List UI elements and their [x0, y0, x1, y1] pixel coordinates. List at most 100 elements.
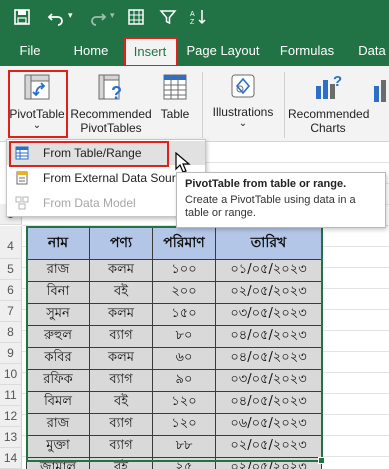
table-row: রাজ কলম ১০০ ০১/০৫/২০২৩ — [26, 259, 322, 282]
cell-date[interactable]: ০৩/০৫/২০২৩ — [215, 303, 322, 326]
cell-name[interactable]: কবির — [26, 347, 90, 370]
cell-date[interactable]: ০২/০৫/২০২৩ — [215, 281, 322, 304]
table-range-icon — [15, 146, 29, 160]
cell-date[interactable]: ০৬/০৫/২০২৩ — [215, 413, 322, 436]
cell-date[interactable]: ০১/০৫/২০২৩ — [215, 259, 322, 282]
mouse-cursor-icon — [175, 152, 191, 173]
redo-icon[interactable] — [88, 8, 108, 28]
chevron-down-icon: ⌄ — [32, 120, 42, 131]
svg-text:?: ? — [111, 83, 122, 102]
header-date[interactable]: তারিখ — [215, 226, 322, 260]
menu-item-label: From Table/Range — [43, 146, 142, 160]
row-header[interactable]: 12 — [0, 406, 22, 427]
cell-product[interactable]: বই — [89, 391, 153, 414]
cell-product[interactable]: ব্যাগ — [89, 325, 153, 348]
cell-product[interactable]: ব্যাগ — [89, 413, 153, 436]
table-button[interactable]: Table — [156, 70, 194, 140]
table-row: রাজ ব্যাগ ১২০ ০৬/০৫/২০২৩ — [26, 413, 322, 436]
sort-icon[interactable]: AZ — [188, 8, 208, 28]
table-row: জামাল বই ২৫ ০২/০৫/২০২৩ — [26, 457, 322, 469]
row-header[interactable]: 11 — [0, 385, 22, 406]
row-header[interactable]: 14 — [0, 448, 22, 469]
cell-product[interactable]: কলম — [89, 259, 153, 282]
illustrations-button[interactable]: Illustrations ⌄ — [208, 70, 278, 140]
cell-product[interactable]: ব্যাগ — [89, 435, 153, 458]
recommended-charts-label-1: Recommended — [288, 107, 370, 121]
fill-handle[interactable] — [318, 457, 325, 464]
tab-home[interactable]: Home — [64, 36, 118, 66]
menu-item-label: From External Data Source — [43, 171, 189, 185]
ribbon-insert: PivotTable ⌄ ? Recommended PivotTables T… — [0, 66, 389, 142]
cell-quantity[interactable]: ১২০ — [152, 391, 216, 414]
cell-quantity[interactable]: ২৫ — [152, 457, 216, 469]
row-header[interactable]: 10 — [0, 364, 22, 385]
cell-product[interactable]: কলম — [89, 303, 153, 326]
cell-date[interactable]: ০৩/০৫/২০২৩ — [215, 369, 322, 392]
row-header[interactable]: 13 — [0, 427, 22, 448]
cell-product[interactable]: কলম — [89, 347, 153, 370]
menu-item-label: From Data Model — [43, 196, 136, 210]
cell-product[interactable]: বই — [89, 457, 153, 469]
cell-name[interactable]: রাজ — [26, 259, 90, 282]
row-header[interactable]: 7 — [0, 301, 22, 322]
filter-icon[interactable] — [158, 8, 178, 28]
cell-quantity[interactable]: ১০০ — [152, 259, 216, 282]
cell-quantity[interactable]: ১২০ — [152, 413, 216, 436]
tab-file[interactable]: File — [8, 36, 52, 66]
row-header[interactable]: 4 — [0, 226, 22, 259]
cell-quantity[interactable]: ৮৮ — [152, 435, 216, 458]
recommended-pivottables-label-1: Recommended — [70, 107, 152, 121]
redo-dropdown-icon[interactable]: ▾ — [110, 10, 115, 21]
cell-quantity[interactable]: ৯০ — [152, 369, 216, 392]
cell-name[interactable]: রফিক — [26, 369, 90, 392]
cell-quantity[interactable]: ২০০ — [152, 281, 216, 304]
cell-date[interactable]: ০২/০৫/২০২৩ — [215, 457, 322, 469]
more-charts-button[interactable] — [372, 76, 389, 116]
table-row: কবির কলম ৬০ ০৪/০৫/২০২৩ — [26, 347, 322, 370]
table-icon — [163, 74, 187, 100]
pivottable-label: PivotTable — [9, 107, 65, 121]
cell-name[interactable]: রুহুল — [26, 325, 90, 348]
cell-name[interactable]: মুক্তা — [26, 435, 90, 458]
pivottable-icon — [24, 74, 50, 100]
cell-name[interactable]: বিনা — [26, 281, 90, 304]
cell-date[interactable]: ০৪/০৫/২০২৩ — [215, 347, 322, 370]
undo-dropdown-icon[interactable]: ▾ — [68, 10, 73, 21]
cell-quantity[interactable]: ৮০ — [152, 325, 216, 348]
cell-product[interactable]: ব্যাগ — [89, 369, 153, 392]
recommended-pivottables-button[interactable]: ? Recommended PivotTables — [70, 70, 152, 140]
chart-icon — [374, 80, 386, 102]
cell-date[interactable]: ০৪/০৫/২০২৩ — [215, 391, 322, 414]
pivottable-button[interactable]: PivotTable ⌄ — [8, 70, 66, 140]
cell-quantity[interactable]: ৬০ — [152, 347, 216, 370]
tooltip-body: Create a PivotTable using data in a tabl… — [185, 194, 356, 219]
ribbon-separator — [202, 72, 203, 138]
header-name[interactable]: নাম — [26, 226, 90, 260]
recommended-charts-button[interactable]: ? Recommended Charts — [288, 70, 370, 140]
table-row: রুহুল ব্যাগ ৮০ ০৪/০৫/২০২৩ — [26, 325, 322, 348]
row-header[interactable]: 5 — [0, 259, 22, 280]
cell-date[interactable]: ০২/০৫/২০২৩ — [215, 435, 322, 458]
cell-date[interactable]: ০৪/০৫/২০২৩ — [215, 325, 322, 348]
tooltip: PivotTable from table or range. Create a… — [176, 172, 386, 228]
tab-formulas[interactable]: Formulas — [274, 36, 340, 66]
cell-name[interactable]: বিমল — [26, 391, 90, 414]
tab-insert[interactable]: Insert — [124, 38, 176, 66]
tab-page-layout[interactable]: Page Layout — [184, 36, 262, 66]
cell-product[interactable]: বই — [89, 281, 153, 304]
chevron-down-icon: ⌄ — [238, 118, 248, 129]
cell-name[interactable]: জামাল — [26, 457, 90, 469]
save-icon[interactable] — [12, 8, 32, 28]
table-grid-icon[interactable] — [126, 8, 146, 28]
tab-data[interactable]: Data — [352, 36, 389, 66]
header-quantity[interactable]: পরিমাণ — [152, 226, 216, 260]
cell-name[interactable]: রাজ — [26, 413, 90, 436]
cell-name[interactable]: সুমন — [26, 303, 90, 326]
header-product[interactable]: পণ্য — [89, 226, 153, 260]
undo-icon[interactable] — [46, 8, 66, 28]
row-header[interactable]: 6 — [0, 280, 22, 301]
row-header[interactable]: 8 — [0, 322, 22, 343]
quick-access-toolbar: ▾ ▾ AZ — [0, 0, 389, 36]
cell-quantity[interactable]: ১৫০ — [152, 303, 216, 326]
row-header[interactable]: 9 — [0, 343, 22, 364]
